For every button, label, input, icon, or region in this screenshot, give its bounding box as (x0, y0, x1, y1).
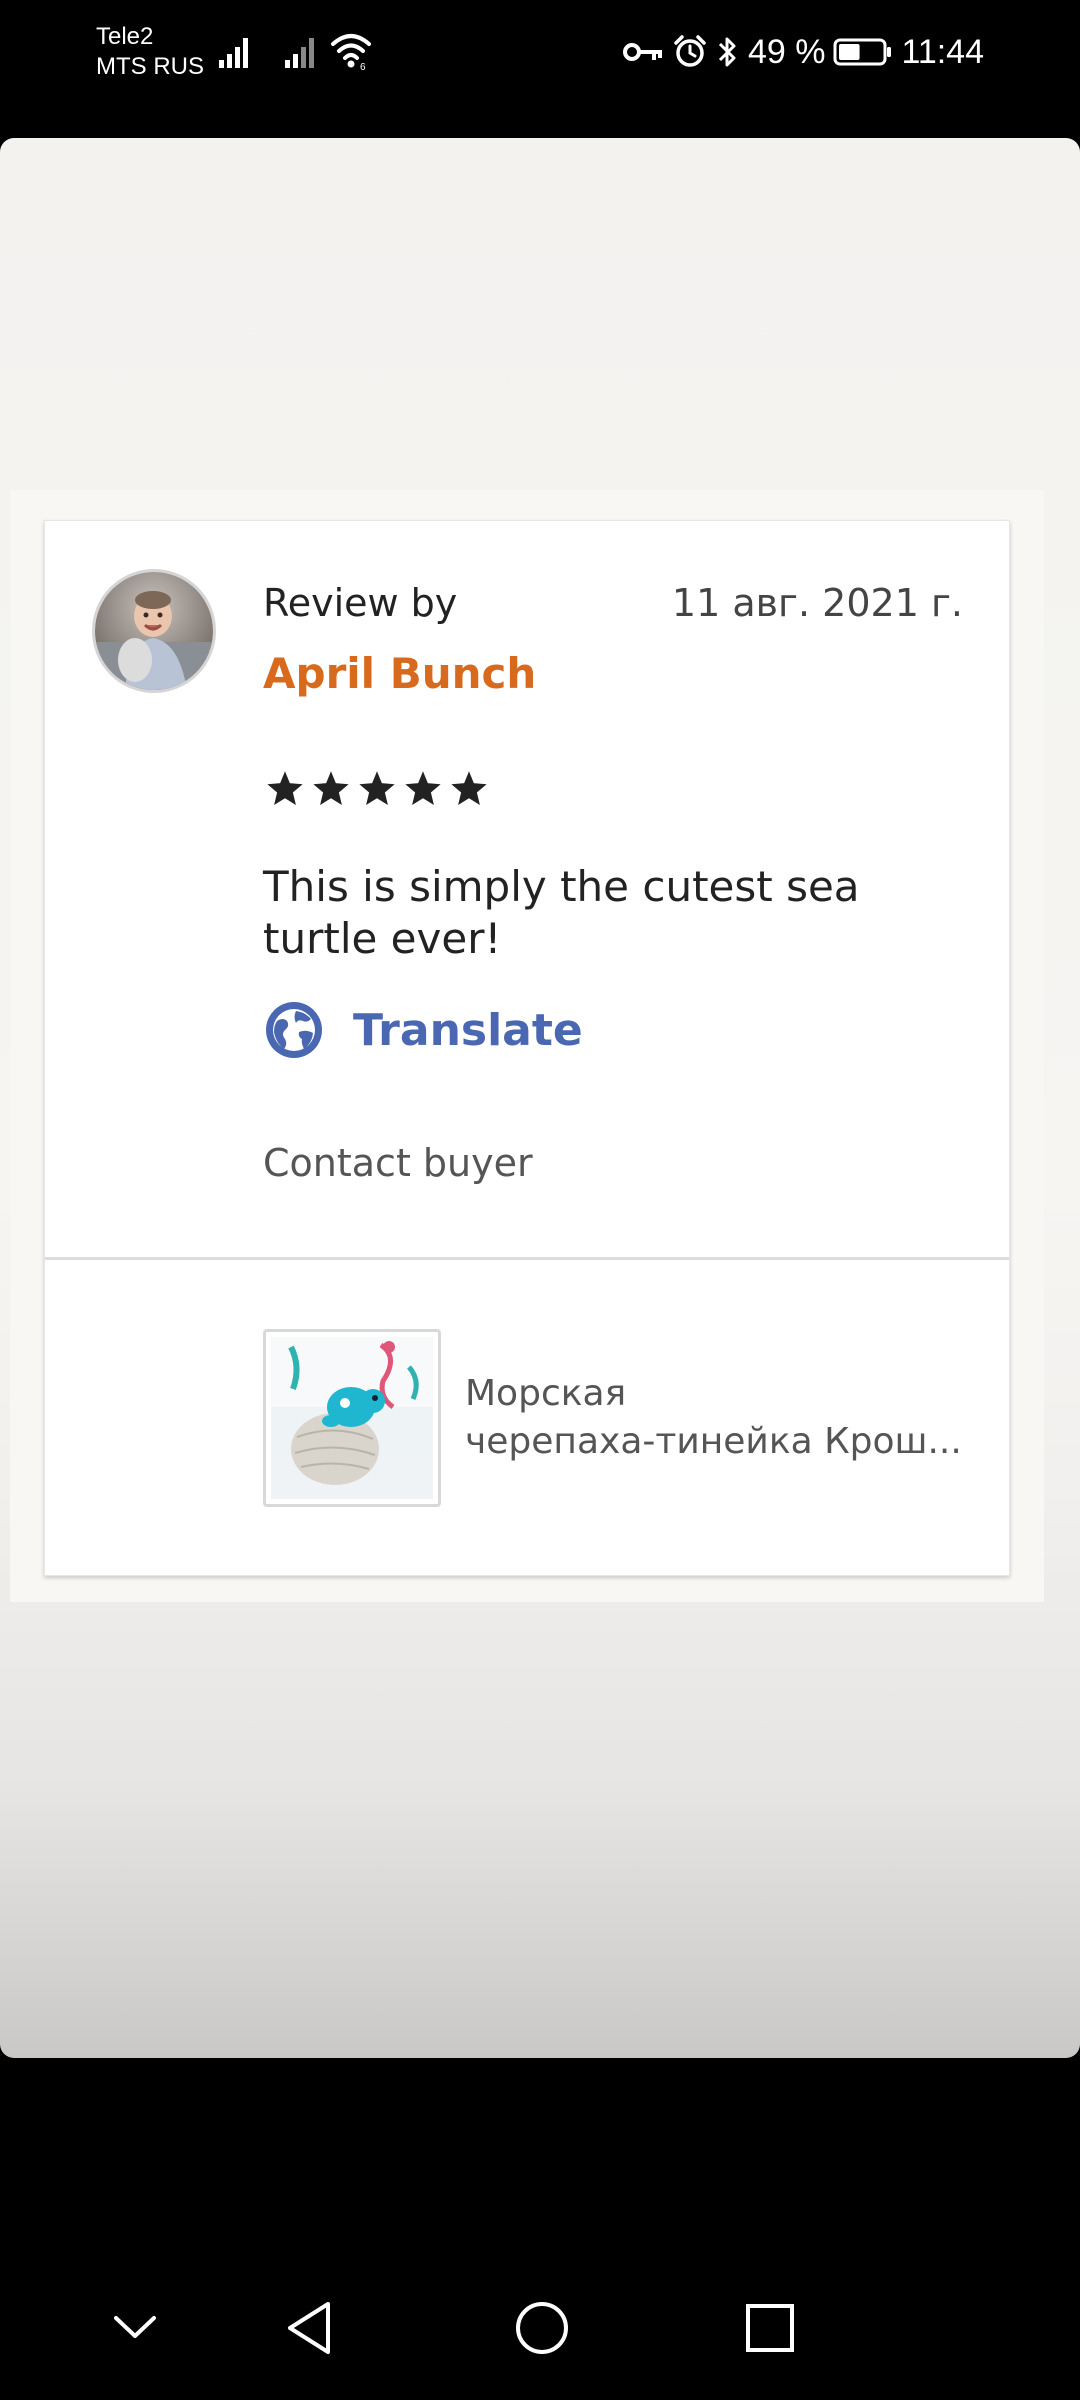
navigation-bar (0, 2260, 1080, 2400)
chevron-down-icon[interactable] (112, 2312, 158, 2342)
contact-buyer-link[interactable]: Contact buyer (263, 1141, 533, 1185)
listing-title-line-1: Морская (465, 1373, 627, 1414)
listing-item[interactable]: Морская черепаха-тинейка Крош... (263, 1329, 965, 1507)
divider (45, 1257, 1009, 1260)
avatar[interactable] (92, 569, 216, 693)
alarm-icon (674, 35, 706, 67)
listing-thumbnail (263, 1329, 441, 1507)
review-by-label: Review by (263, 581, 458, 625)
carrier-2: MTS RUS (96, 53, 204, 80)
reviewer-name[interactable]: April Bunch (263, 649, 536, 698)
key-icon (622, 43, 662, 61)
star-icon (267, 771, 303, 805)
globe-icon (266, 1002, 322, 1058)
bluetooth-icon (718, 37, 736, 67)
signal-icon (219, 38, 248, 68)
reviewer-photo (95, 572, 213, 690)
star-icon (313, 771, 349, 805)
review-text: This is simply the cutest sea turtle eve… (263, 862, 860, 963)
review-date: 11 авг. 2021 г. (671, 581, 963, 625)
svg-text:6: 6 (360, 62, 366, 70)
status-bar: Tele2 MTS RUS 6 49 % 11:44 (0, 0, 1080, 130)
back-icon[interactable] (284, 2300, 334, 2356)
star-rating (267, 771, 487, 807)
carrier-info: Tele2 MTS RUS (96, 22, 204, 82)
recents-icon[interactable] (744, 2302, 796, 2354)
translate-label: Translate (353, 1004, 583, 1056)
star-icon (451, 771, 487, 805)
star-icon (359, 771, 395, 805)
translate-button[interactable]: Translate (263, 999, 583, 1061)
review-sheet: Review by 11 авг. 2021 г. April Bunch Th… (0, 138, 1080, 2058)
home-icon[interactable] (514, 2300, 570, 2356)
wifi-icon: 6 (331, 34, 371, 70)
clock: 11:44 (901, 32, 984, 71)
listing-title-line-2: черепаха-тинейка Крош... (465, 1421, 962, 1462)
battery-icon (833, 38, 892, 66)
review-card: Review by 11 авг. 2021 г. April Bunch Th… (44, 520, 1010, 1576)
status-right: 49 % 11:44 (622, 28, 984, 76)
signal-icon (285, 38, 314, 68)
star-icon (405, 771, 441, 805)
battery-percent: 49 % (747, 32, 826, 71)
listing-title: Морская черепаха-тинейка Крош... (465, 1370, 965, 1466)
carrier-1: Tele2 (96, 23, 154, 50)
